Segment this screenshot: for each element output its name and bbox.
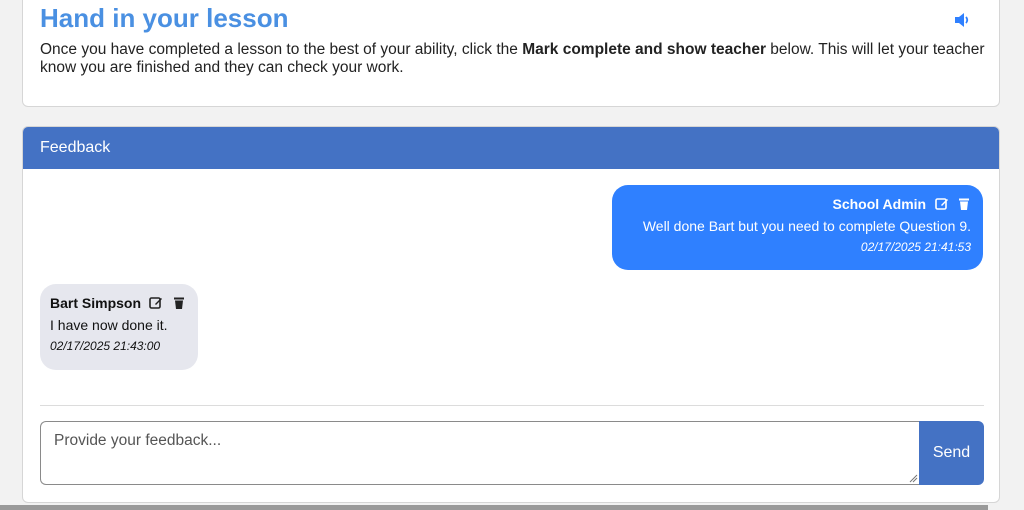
feedback-input[interactable] <box>40 421 920 485</box>
trash-icon[interactable] <box>172 296 186 310</box>
message-bubble: School Admin Well done Bart but you need… <box>612 185 983 270</box>
page-title: Hand in your lesson <box>40 3 289 33</box>
message-author: School Admin <box>832 195 927 212</box>
feedback-card: Feedback School Admin Well done Bart but… <box>22 126 1000 503</box>
edit-icon[interactable] <box>149 296 163 310</box>
feedback-header: Feedback <box>23 127 999 169</box>
edit-icon[interactable] <box>934 197 949 211</box>
message-timestamp: 02/17/2025 21:41:53 <box>860 240 971 254</box>
divider <box>40 405 984 406</box>
hand-in-card: Hand in your lesson Once you have comple… <box>22 0 1000 107</box>
intro-bold: Mark complete and show teacher <box>522 41 766 58</box>
speaker-icon[interactable] <box>953 11 971 29</box>
message-body: Well done Bart but you need to complete … <box>642 218 971 234</box>
send-button[interactable]: Send <box>919 421 984 485</box>
trash-icon[interactable] <box>957 197 971 211</box>
intro-prefix: Once you have completed a lesson to the … <box>40 41 523 58</box>
intro-text: Once you have completed a lesson to the … <box>40 41 985 77</box>
message-body: I have now done it. <box>50 317 168 333</box>
message-author: Bart Simpson <box>50 294 142 311</box>
resize-grip-icon[interactable] <box>908 473 918 483</box>
message-bubble: Bart Simpson I have now done it. 02/17/2… <box>40 284 198 370</box>
horizontal-scrollbar[interactable] <box>0 505 988 510</box>
message-timestamp: 02/17/2025 21:43:00 <box>50 339 161 353</box>
